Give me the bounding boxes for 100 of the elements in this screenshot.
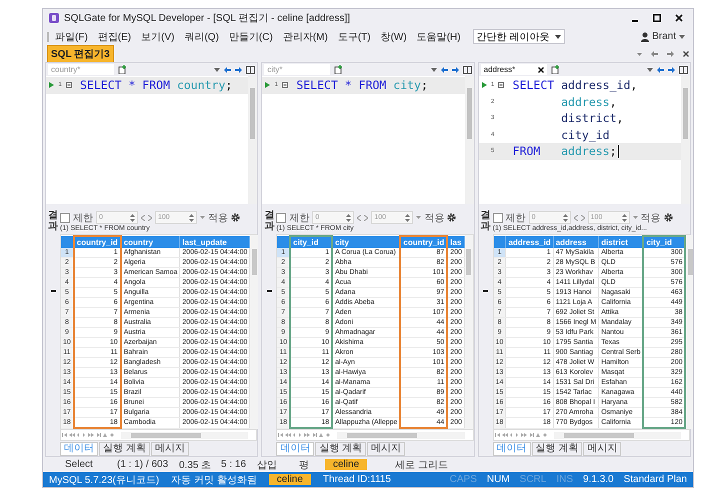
checkbox[interactable]: [492, 212, 503, 222]
checkbox-label: 제한: [289, 212, 310, 224]
back-arrow-icon[interactable]: [224, 66, 232, 72]
maximize-icon[interactable]: [653, 14, 661, 22]
splitter-handle[interactable]: [483, 290, 488, 292]
caret-icon[interactable]: [632, 216, 638, 219]
spin-arrows-icon[interactable]: [562, 214, 568, 222]
splitter-handle[interactable]: [50, 290, 56, 292]
code-line: district,: [560, 111, 624, 126]
status-text: 9.1.3.0: [583, 474, 614, 485]
scrollbar[interactable]: [250, 235, 258, 429]
menu-item[interactable]: 보기(V): [137, 28, 178, 44]
splitter-handle[interactable]: [266, 290, 272, 292]
next-icon[interactable]: [364, 214, 368, 220]
checkbox[interactable]: [276, 212, 286, 222]
next-icon[interactable]: [148, 214, 152, 220]
connection-badge: celine: [325, 459, 368, 470]
scrollbar[interactable]: [121, 432, 248, 438]
document-tab[interactable]: SQL 편집기3: [47, 45, 114, 63]
caret-icon[interactable]: [637, 52, 642, 56]
caret-icon[interactable]: [214, 68, 220, 72]
key-indicator: INS: [556, 474, 574, 485]
menu-item[interactable]: 만들기(C): [224, 28, 277, 44]
apply-button[interactable]: 적용: [640, 210, 661, 224]
fold-icon[interactable]: [66, 82, 72, 88]
caret-icon[interactable]: [430, 68, 437, 72]
editor-tab[interactable]: address*: [480, 64, 547, 75]
status-text: Standard Plan: [624, 474, 687, 485]
status-text: 0.35 초: [179, 458, 212, 472]
scrollbar[interactable]: [686, 235, 693, 429]
fold-icon[interactable]: [282, 82, 288, 88]
split-view-icon[interactable]: [246, 66, 256, 74]
back-arrow-icon[interactable]: [656, 66, 664, 72]
run-arrow-icon[interactable]: [49, 82, 54, 88]
scrollbar[interactable]: [554, 432, 681, 438]
menu-item[interactable]: 관리자(M): [278, 28, 332, 44]
status-text: 세로 그리드: [395, 458, 448, 472]
window-title: SQLGate for MySQL Developer - [SQL 편집기 - celine [address]]: [64, 12, 350, 25]
split-view-icon[interactable]: [678, 66, 688, 74]
close-icon[interactable]: [538, 66, 544, 72]
status-text: MySQL 5.7.23(유니코드): [49, 474, 160, 486]
spin-arrows-icon[interactable]: [130, 214, 135, 222]
caret-icon[interactable]: [679, 34, 685, 38]
result-tab[interactable]: 메시지: [583, 442, 622, 456]
checkbox[interactable]: [60, 212, 70, 222]
result-tab[interactable]: 실행 계획: [315, 442, 366, 456]
result-tab[interactable]: 메시지: [150, 442, 189, 456]
caret-icon[interactable]: [416, 216, 422, 219]
panel-label: 결과: [48, 210, 58, 232]
caret-icon[interactable]: [646, 68, 653, 72]
code-line: SELECT address_id,: [512, 78, 638, 92]
menu-item[interactable]: 도구(T): [334, 28, 375, 44]
status-text: 삽입: [257, 458, 277, 472]
split-view-icon[interactable]: [462, 66, 472, 74]
settings-icon[interactable]: [664, 213, 673, 222]
previous-icon[interactable]: [357, 214, 362, 220]
forward-arrow-icon[interactable]: [667, 51, 674, 57]
result-tab[interactable]: 실행 계획: [532, 442, 582, 456]
spin-arrows-icon[interactable]: [346, 214, 352, 222]
new-tab-icon[interactable]: [550, 65, 560, 74]
spin-arrows-icon[interactable]: [622, 214, 627, 222]
forward-arrow-icon[interactable]: [235, 66, 242, 72]
run-arrow-icon[interactable]: [265, 82, 270, 88]
close-icon[interactable]: [683, 51, 689, 57]
scrollbar[interactable]: [248, 76, 258, 204]
next-icon[interactable]: [580, 214, 585, 220]
result-tab[interactable]: 실행 계획: [99, 442, 150, 456]
previous-icon[interactable]: [574, 214, 578, 220]
scrollbar[interactable]: [464, 76, 474, 204]
caret-icon[interactable]: [200, 216, 205, 219]
menu-item[interactable]: 도움말(H): [412, 28, 465, 44]
status-text: 5 : 16: [221, 459, 246, 470]
fold-icon[interactable]: [498, 82, 504, 88]
scrollbar[interactable]: [680, 76, 690, 204]
back-arrow-icon[interactable]: [440, 66, 448, 72]
panel-label: 결과: [480, 210, 491, 232]
select-all-corner[interactable]: [494, 236, 506, 248]
new-tab-icon[interactable]: [334, 65, 344, 74]
spin-arrows-icon[interactable]: [189, 214, 194, 222]
menu-item[interactable]: 편집(E): [94, 28, 136, 44]
menu-item[interactable]: 쿼리(Q): [180, 28, 223, 44]
layout-dropdown[interactable]: 간단한 레이아웃: [472, 29, 566, 44]
scrollbar[interactable]: [337, 432, 465, 438]
apply-button[interactable]: 적용: [424, 210, 444, 224]
forward-arrow-icon[interactable]: [668, 66, 675, 72]
back-arrow-icon[interactable]: [651, 51, 658, 57]
result-tab[interactable]: 메시지: [367, 442, 406, 456]
spin-arrows-icon[interactable]: [405, 214, 410, 222]
run-arrow-icon[interactable]: [482, 82, 487, 88]
close-icon[interactable]: [675, 14, 683, 22]
settings-icon[interactable]: [231, 213, 240, 222]
user-name[interactable]: Brant: [652, 31, 676, 42]
menu-item[interactable]: 파일(F): [51, 28, 92, 44]
status-text: Thread ID:1115: [322, 474, 391, 485]
forward-arrow-icon[interactable]: [452, 66, 459, 72]
apply-button[interactable]: 적용: [208, 210, 228, 224]
menu-item[interactable]: 창(W): [376, 28, 411, 44]
settings-icon[interactable]: [447, 213, 456, 222]
new-tab-icon[interactable]: [118, 65, 127, 74]
previous-icon[interactable]: [141, 214, 145, 220]
